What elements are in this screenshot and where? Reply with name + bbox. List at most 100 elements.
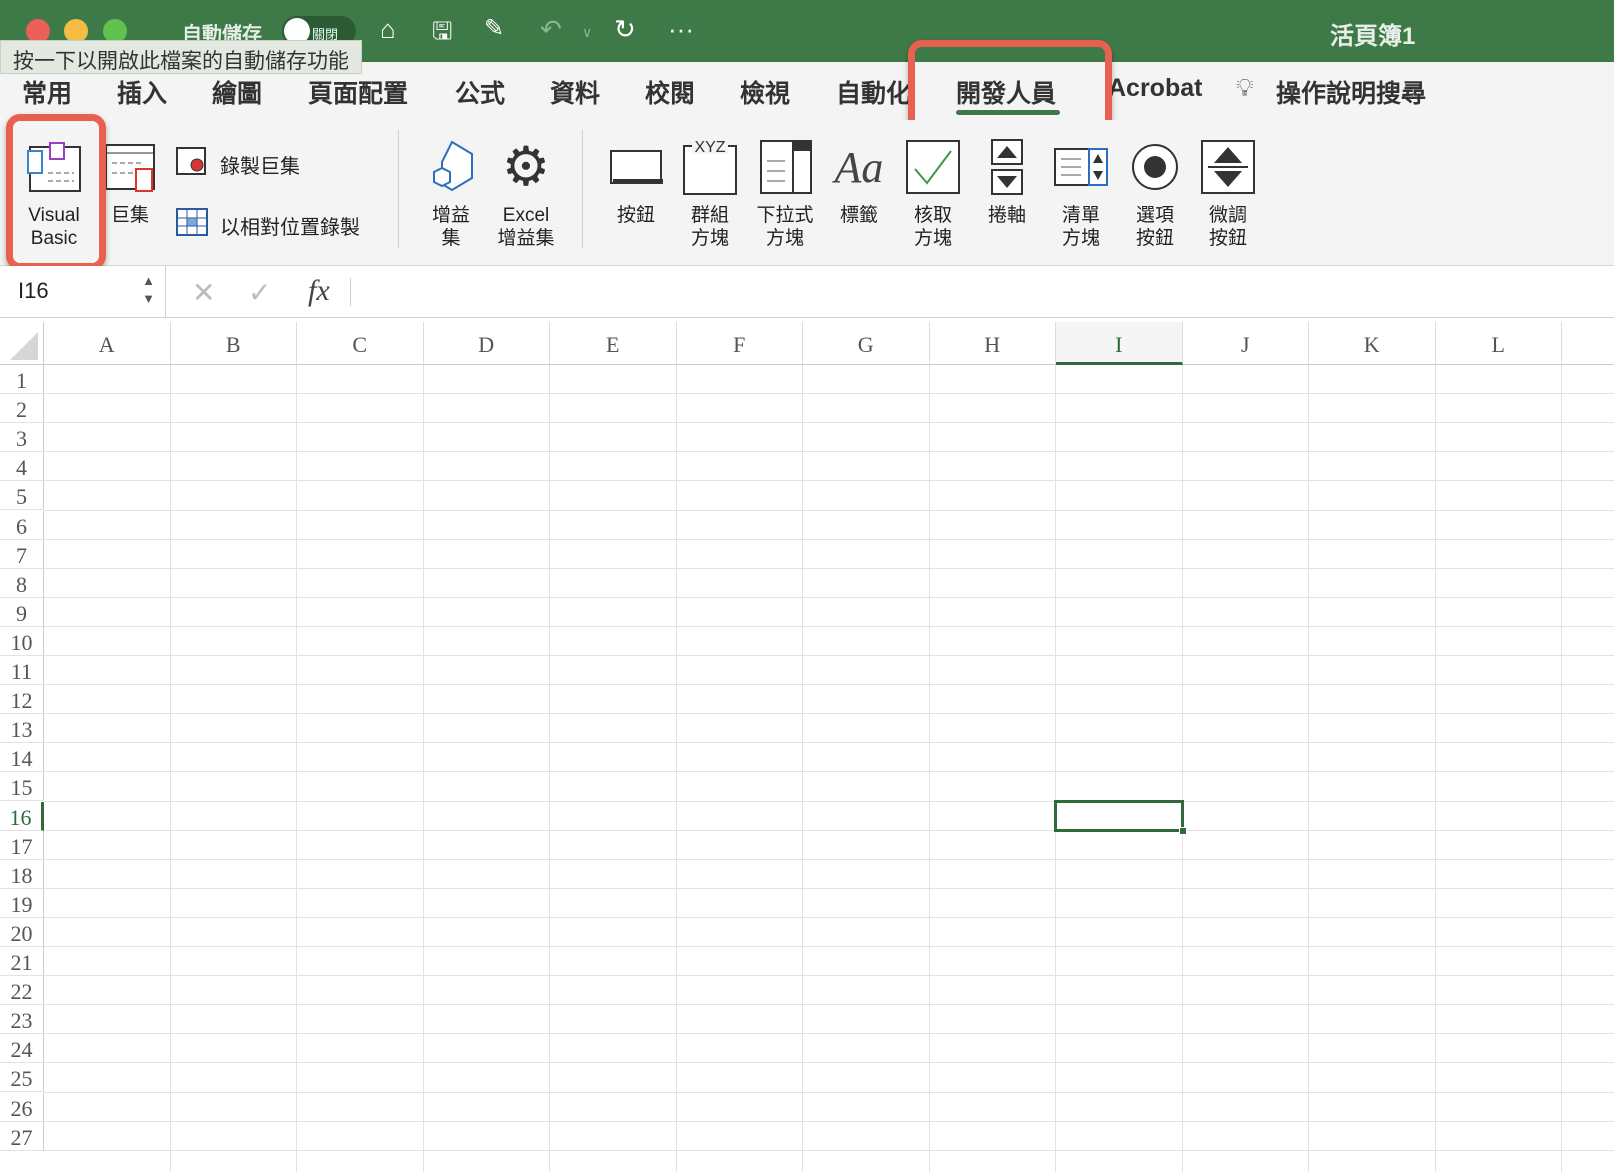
gridline xyxy=(44,509,1614,511)
gridline xyxy=(1055,365,1056,1172)
tab-review[interactable]: 校閱 xyxy=(645,74,695,110)
row-header[interactable]: 11 xyxy=(0,656,44,686)
group-box-icon: XYZ xyxy=(680,134,740,200)
row-header[interactable]: 24 xyxy=(0,1034,44,1064)
excel-addins-button[interactable]: ⚙︎ Excel 增益集 xyxy=(494,134,558,250)
row-header[interactable]: 21 xyxy=(0,947,44,977)
option-button-icon xyxy=(1126,134,1184,200)
column-header[interactable]: I xyxy=(1056,322,1183,365)
row-header[interactable]: 17 xyxy=(0,830,44,860)
tab-insert[interactable]: 插入 xyxy=(117,74,167,110)
row-header[interactable]: 1 xyxy=(0,365,44,395)
record-macro-button[interactable]: 錄製巨集 xyxy=(176,146,300,182)
row-header[interactable]: 7 xyxy=(0,539,44,569)
column-header[interactable]: A xyxy=(44,322,171,365)
row-header[interactable]: 27 xyxy=(0,1121,44,1151)
row-header[interactable]: 26 xyxy=(0,1092,44,1122)
gridline xyxy=(44,480,1614,482)
gridline xyxy=(44,684,1614,686)
ribbon: Visual Basic 巨集 錄製巨集 以相對位置錄製 增益集 ⚙︎ Excel… xyxy=(0,120,1614,266)
check-box-label: 核取方塊 xyxy=(913,205,952,249)
gridline xyxy=(44,655,1614,656)
visual-basic-highlight xyxy=(6,114,106,270)
column-header[interactable]: K xyxy=(1309,322,1436,365)
check-box-control[interactable]: 核取方塊 xyxy=(902,134,964,250)
combo-box-control[interactable]: 下拉式方塊 xyxy=(754,134,816,250)
separator xyxy=(582,130,583,248)
selected-cell[interactable] xyxy=(1054,799,1187,835)
row-header[interactable]: 25 xyxy=(0,1063,44,1093)
column-header[interactable]: F xyxy=(676,322,803,365)
option-button-control[interactable]: 選項按鈕 xyxy=(1126,134,1184,250)
macros-button[interactable]: 巨集 xyxy=(102,134,158,227)
save-as-icon[interactable]: ✎ xyxy=(484,14,504,43)
redo-icon[interactable]: ↻ xyxy=(614,14,636,45)
row-header[interactable]: 18 xyxy=(0,859,44,889)
combo-box-label: 下拉式方塊 xyxy=(756,205,814,249)
addins-icon xyxy=(422,134,480,200)
scroll-bar-control[interactable]: 捲軸 xyxy=(978,134,1036,227)
row-header[interactable]: 13 xyxy=(0,714,44,744)
column-header[interactable]: J xyxy=(1182,322,1309,365)
gridline xyxy=(928,365,930,1172)
row-header[interactable]: 16 xyxy=(0,801,44,831)
label-control[interactable]: Aa 標籤 xyxy=(830,134,888,227)
tell-me-search[interactable]: 操作說明搜尋 xyxy=(1276,74,1426,110)
row-header[interactable]: 10 xyxy=(0,626,44,656)
list-box-control[interactable]: 清單方塊 xyxy=(1050,134,1112,250)
separator xyxy=(398,130,399,248)
more-icon[interactable]: ··· xyxy=(668,14,694,45)
row-header[interactable]: 23 xyxy=(0,1005,44,1035)
home-icon[interactable]: ⌂ xyxy=(380,14,396,45)
insert-function-button[interactable]: fx xyxy=(308,274,330,308)
row-header[interactable]: 22 xyxy=(0,976,44,1006)
name-box-stepper-icon[interactable]: ▲ ▼ xyxy=(142,272,155,308)
gridline xyxy=(44,625,1614,627)
name-box[interactable]: I16 ▲ ▼ xyxy=(0,266,166,318)
fill-handle[interactable] xyxy=(1178,826,1187,835)
select-all-corner[interactable] xyxy=(0,322,44,365)
row-header[interactable]: 15 xyxy=(0,772,44,802)
tab-acrobat[interactable]: Acrobat xyxy=(1108,74,1202,103)
column-header[interactable]: L xyxy=(1435,322,1562,365)
record-icon xyxy=(176,146,208,182)
column-header[interactable]: G xyxy=(803,322,930,365)
row-header[interactable]: 19 xyxy=(0,888,44,918)
row-header[interactable]: 6 xyxy=(0,510,44,540)
tab-home[interactable]: 常用 xyxy=(22,74,72,110)
row-header[interactable]: 3 xyxy=(0,423,44,453)
tab-automate[interactable]: 自動化 xyxy=(836,74,910,110)
gridline xyxy=(44,713,1614,715)
save-icon[interactable]: 🖫 xyxy=(432,14,452,55)
tab-formulas[interactable]: 公式 xyxy=(455,74,505,110)
column-header[interactable]: B xyxy=(170,322,297,365)
row-header[interactable]: 2 xyxy=(0,394,44,424)
row-header[interactable]: 12 xyxy=(0,685,44,715)
tab-draw[interactable]: 繪圖 xyxy=(212,74,262,110)
column-header[interactable]: H xyxy=(929,322,1056,365)
relative-reference-icon xyxy=(176,208,208,242)
row-header[interactable]: 4 xyxy=(0,452,44,482)
undo-icon[interactable]: ↶ xyxy=(540,14,562,45)
tab-view[interactable]: 檢視 xyxy=(740,74,790,110)
row-header[interactable]: 20 xyxy=(0,917,44,947)
cancel-icon[interactable]: ✕ xyxy=(192,276,215,309)
column-header[interactable]: E xyxy=(550,322,677,365)
row-header[interactable]: 14 xyxy=(0,743,44,773)
addins-button[interactable]: 增益集 xyxy=(422,134,480,250)
relative-reference-button[interactable]: 以相對位置錄製 xyxy=(176,208,360,242)
row-header[interactable]: 5 xyxy=(0,481,44,511)
column-header[interactable]: D xyxy=(423,322,550,365)
tab-page-layout[interactable]: 頁面配置 xyxy=(308,74,408,110)
row-header[interactable]: 9 xyxy=(0,597,44,627)
column-header[interactable] xyxy=(1562,322,1614,365)
column-header[interactable]: C xyxy=(297,322,424,365)
group-box-control[interactable]: XYZ 群組方塊 xyxy=(680,134,740,250)
tab-data[interactable]: 資料 xyxy=(550,74,600,110)
button-control[interactable]: 按鈕 xyxy=(606,134,666,227)
enter-icon[interactable]: ✓ xyxy=(248,276,271,309)
formula-input[interactable] xyxy=(360,272,1600,312)
row-header[interactable]: 8 xyxy=(0,568,44,598)
undo-dropdown-icon[interactable]: ∨ xyxy=(582,24,592,41)
spinner-control[interactable]: 微調按鈕 xyxy=(1198,134,1258,250)
